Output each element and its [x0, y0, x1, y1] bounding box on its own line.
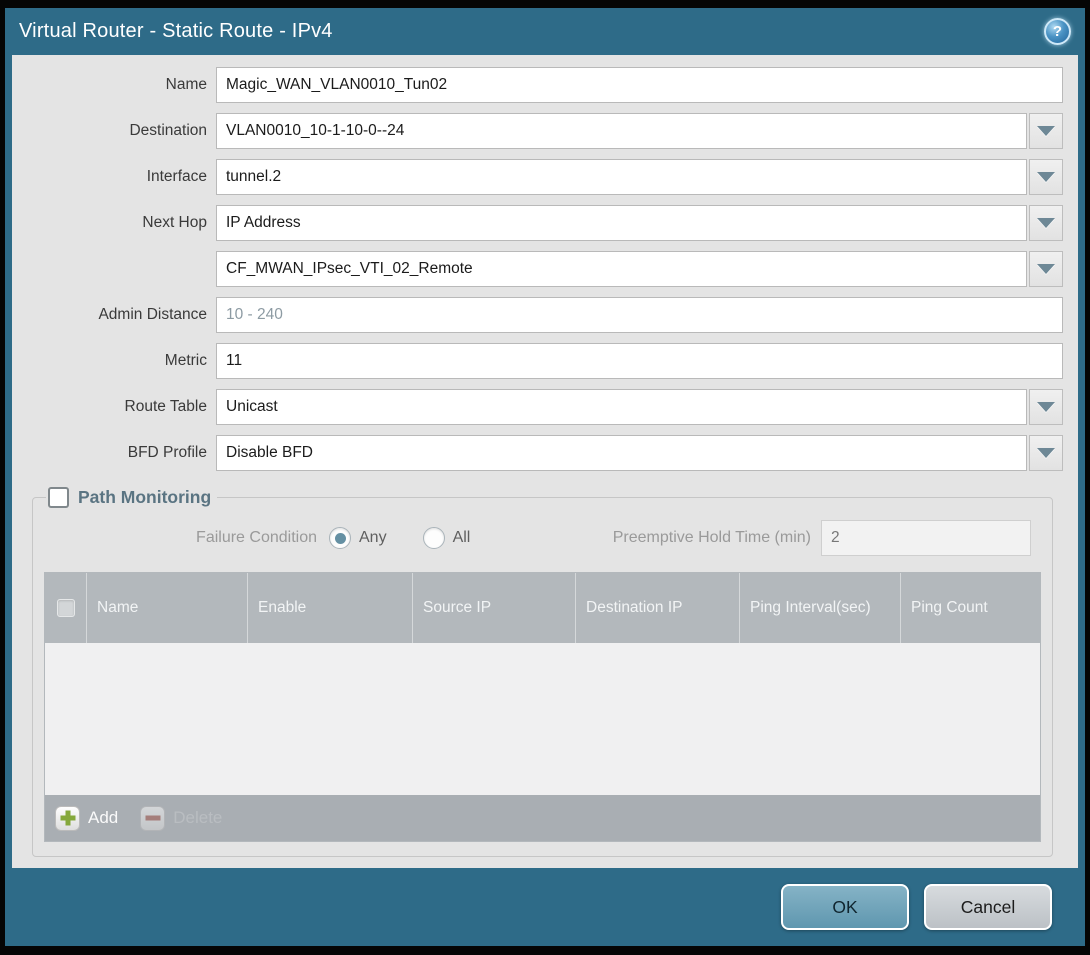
admin-distance-input[interactable] [216, 297, 1063, 333]
dialog-title: Virtual Router - Static Route - IPv4 [19, 20, 333, 43]
path-monitoring-legend: Path Monitoring [46, 487, 217, 508]
name-input[interactable] [216, 67, 1063, 103]
radio-any-label: Any [359, 529, 387, 547]
interface-select[interactable] [216, 159, 1027, 195]
next-hop-label: Next Hop [24, 214, 216, 232]
path-monitoring-title: Path Monitoring [78, 487, 211, 508]
destination-dropdown-button[interactable] [1029, 113, 1063, 149]
titlebar: Virtual Router - Static Route - IPv4 ? [5, 8, 1085, 55]
cancel-button[interactable]: Cancel [924, 884, 1052, 930]
bfd-profile-label: BFD Profile [24, 444, 216, 462]
form-row-admin-distance: Admin Distance [24, 297, 1063, 333]
metric-input[interactable] [216, 343, 1063, 379]
chevron-down-icon [1037, 264, 1055, 274]
hold-time-label: Preemptive Hold Time (min) [613, 529, 821, 547]
dialog-footer: OK Cancel [5, 868, 1085, 946]
help-icon[interactable]: ? [1044, 18, 1071, 45]
chevron-down-icon [1037, 218, 1055, 228]
chevron-down-icon [1037, 172, 1055, 182]
form-row-name: Name [24, 67, 1063, 103]
next-hop-address-dropdown-button[interactable] [1029, 251, 1063, 287]
form-row-bfd-profile: BFD Profile [24, 435, 1063, 471]
radio-any-selected-dot [335, 533, 346, 544]
destination-label: Destination [24, 122, 216, 140]
header-cell-select [45, 573, 86, 643]
delete-button-label: Delete [173, 808, 222, 828]
table-toolbar: Add Delete [45, 795, 1040, 841]
name-label: Name [24, 76, 216, 94]
chevron-down-icon [1037, 402, 1055, 412]
help-glyph: ? [1053, 23, 1062, 40]
route-table-select[interactable] [216, 389, 1027, 425]
interface-dropdown-button[interactable] [1029, 159, 1063, 195]
radio-any[interactable] [329, 527, 351, 549]
interface-label: Interface [24, 168, 216, 186]
form-row-next-hop-address [24, 251, 1063, 287]
minus-icon [140, 806, 165, 831]
form-row-route-table: Route Table [24, 389, 1063, 425]
chevron-down-icon [1037, 448, 1055, 458]
form-row-next-hop: Next Hop [24, 205, 1063, 241]
radio-all-label: All [453, 529, 471, 547]
header-cell-enable: Enable [247, 573, 412, 643]
header-cell-ping-interval: Ping Interval(sec) [739, 573, 900, 643]
metric-label: Metric [24, 352, 216, 370]
destination-select[interactable] [216, 113, 1027, 149]
failure-condition-label: Failure Condition [44, 529, 329, 547]
bfd-profile-dropdown-button[interactable] [1029, 435, 1063, 471]
radio-all[interactable] [423, 527, 445, 549]
form-row-metric: Metric [24, 343, 1063, 379]
form-row-interface: Interface [24, 159, 1063, 195]
static-route-dialog: Virtual Router - Static Route - IPv4 ? N… [5, 8, 1085, 946]
next-hop-type-select[interactable] [216, 205, 1027, 241]
select-all-checkbox[interactable] [57, 599, 75, 617]
table-body-empty [45, 643, 1040, 795]
failure-condition-row: Failure Condition Any All Preemptive Hol… [44, 520, 1041, 556]
hold-time-group: Preemptive Hold Time (min) [613, 520, 1041, 556]
plus-icon [55, 806, 80, 831]
dialog-content: Name Destination Interface [12, 55, 1078, 868]
route-table-label: Route Table [24, 398, 216, 416]
hold-time-input[interactable] [821, 520, 1031, 556]
header-cell-ping-count: Ping Count [900, 573, 1040, 643]
chevron-down-icon [1037, 126, 1055, 136]
route-table-dropdown-button[interactable] [1029, 389, 1063, 425]
path-monitoring-table: Name Enable Source IP Destination IP Pin… [44, 572, 1041, 842]
admin-distance-label: Admin Distance [24, 306, 216, 324]
header-cell-name: Name [86, 573, 247, 643]
add-button-label: Add [88, 808, 118, 828]
bfd-profile-select[interactable] [216, 435, 1027, 471]
next-hop-address-select[interactable] [216, 251, 1027, 287]
add-button[interactable]: Add [55, 806, 118, 831]
delete-button[interactable]: Delete [140, 806, 222, 831]
path-monitoring-checkbox[interactable] [48, 487, 69, 508]
ok-button[interactable]: OK [781, 884, 909, 930]
path-monitoring-section: Path Monitoring Failure Condition Any Al… [32, 487, 1053, 857]
form-row-destination: Destination [24, 113, 1063, 149]
failure-condition-radio-group: Any All [329, 527, 498, 549]
header-cell-source-ip: Source IP [412, 573, 575, 643]
next-hop-type-dropdown-button[interactable] [1029, 205, 1063, 241]
table-header: Name Enable Source IP Destination IP Pin… [45, 573, 1040, 643]
header-cell-destination-ip: Destination IP [575, 573, 739, 643]
screen: Virtual Router - Static Route - IPv4 ? N… [0, 0, 1090, 955]
